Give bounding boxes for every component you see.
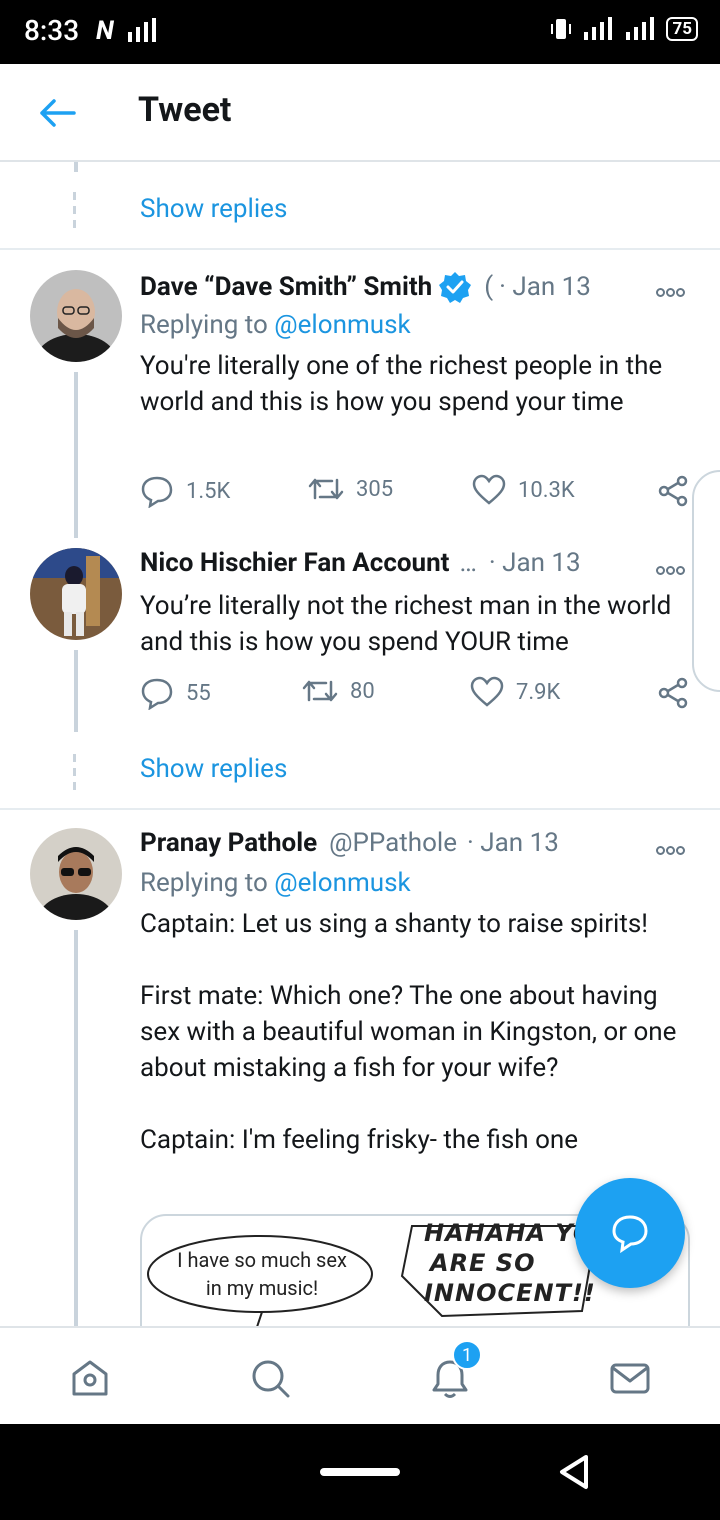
tweet-text: You're literally one of the richest peop…	[140, 351, 663, 417]
vibrate-icon	[551, 19, 572, 39]
like-button[interactable]: 10.3K	[472, 474, 575, 506]
more-options-icon[interactable]	[656, 282, 688, 297]
retweet-count: 80	[350, 678, 375, 704]
divider	[0, 248, 720, 250]
more-options-icon[interactable]	[656, 560, 688, 575]
comic-bubble-right-line: INNOCENT!!	[424, 1279, 596, 1307]
tweet-text: You’re literally not the richest man in …	[140, 591, 672, 657]
more-options-icon[interactable]	[656, 840, 688, 855]
retweet-button[interactable]: 80	[302, 676, 375, 706]
bottom-navigation: 1	[0, 1326, 720, 1424]
reply-button[interactable]: 55	[140, 676, 211, 710]
tweet-date: · Jan 13	[488, 548, 581, 578]
system-back-icon[interactable]	[556, 1452, 592, 1492]
author-name[interactable]: Dave “Dave Smith” Smith	[140, 272, 432, 302]
retweet-button[interactable]: 305	[308, 474, 393, 504]
show-replies-link[interactable]: Show replies	[140, 754, 287, 784]
notifications-badge: 1	[452, 1340, 482, 1370]
search-icon[interactable]	[248, 1356, 292, 1400]
tweet-thread[interactable]: Show replies Dave “Dave Smith” Smith ( ·…	[0, 162, 720, 1326]
share-button[interactable]	[656, 474, 690, 508]
messages-mail-icon[interactable]	[608, 1356, 652, 1400]
tweet-date: · Jan 13	[499, 272, 591, 302]
status-right-icons: 75	[548, 16, 698, 42]
comic-bubble-left: I have so much sex in my music!	[177, 1248, 347, 1300]
status-bar: 8:33 N 75	[0, 0, 720, 64]
share-icon	[658, 475, 688, 507]
tweet-date: · Jan 13	[467, 828, 559, 858]
author-name[interactable]: Pranay Pathole	[140, 828, 317, 858]
verified-badge-icon	[439, 272, 472, 303]
thread-line	[74, 162, 78, 172]
tweet-actions: 1.5K 305 10.3K	[140, 474, 690, 514]
comic-bubble-right-line: HAHAHA YO	[424, 1219, 595, 1247]
back-arrow-icon[interactable]	[34, 90, 80, 136]
signal-strength-2-icon	[626, 17, 655, 40]
author-handle: @PPathole	[329, 828, 458, 858]
chat-bubble-icon	[612, 1215, 648, 1254]
replying-label: Replying to	[140, 310, 268, 340]
tweet-header: Nico Hischier Fan Account … · Jan 13	[140, 548, 581, 578]
reply-button[interactable]: 1.5K	[140, 474, 230, 508]
thread-line	[74, 930, 78, 1326]
replying-handle-link[interactable]: @elonmusk	[274, 868, 410, 898]
compose-reply-button[interactable]	[575, 1178, 685, 1288]
status-time: 8:33	[24, 14, 80, 47]
like-count: 7.9K	[516, 679, 561, 705]
home-gesture-pill[interactable]	[320, 1468, 400, 1476]
thread-dots	[73, 754, 77, 796]
reply-icon	[141, 678, 173, 710]
reply-count: 1.5K	[186, 478, 231, 504]
avatar-nico-fan[interactable]	[30, 548, 122, 640]
avatar-dave-smith[interactable]	[30, 270, 122, 362]
divider	[0, 808, 720, 810]
top-app-bar: Tweet	[0, 64, 720, 162]
reply-icon	[141, 476, 173, 508]
retweet-icon	[302, 680, 338, 702]
replying-to: Replying to @elonmusk	[140, 868, 411, 898]
show-replies-link[interactable]: Show replies	[140, 194, 287, 224]
heart-icon	[472, 474, 506, 505]
like-button[interactable]: 7.9K	[470, 676, 560, 708]
tweet-header: Pranay Pathole @PPathole · Jan 13	[140, 828, 559, 858]
home-icon[interactable]	[68, 1356, 112, 1400]
scroll-handle[interactable]	[692, 470, 720, 692]
thread-dots	[73, 192, 77, 234]
author-handle: …	[459, 548, 477, 578]
author-name[interactable]: Nico Hischier Fan Account	[140, 548, 449, 578]
share-button[interactable]	[656, 676, 690, 710]
tweet-actions: 55 80 7.9K	[140, 676, 690, 716]
network-logo-icon: N	[96, 16, 114, 46]
replying-to: Replying to @elonmusk	[140, 310, 411, 340]
comic-bubble-right: HAHAHA YO ARE SO INNOCENT!!	[424, 1218, 596, 1308]
system-navigation-bar	[0, 1424, 720, 1520]
thread-line	[74, 372, 78, 538]
signal-strength-icon	[584, 17, 613, 40]
replying-handle-link[interactable]: @elonmusk	[274, 310, 410, 340]
page-title: Tweet	[138, 90, 232, 130]
replying-label: Replying to	[140, 868, 268, 898]
thread-line	[74, 650, 78, 732]
comic-bubble-right-line: ARE SO	[430, 1249, 536, 1277]
reply-count: 55	[186, 680, 211, 706]
like-count: 10.3K	[518, 477, 575, 503]
avatar-pranay-pathole[interactable]	[30, 828, 122, 920]
author-handle: (	[484, 272, 494, 302]
battery-indicator: 75	[666, 17, 698, 41]
heart-icon	[470, 676, 504, 707]
retweet-icon	[308, 478, 344, 500]
tweet-text: Captain: Let us sing a shanty to raise s…	[140, 909, 677, 1155]
share-icon	[658, 677, 688, 709]
tweet-header: Dave “Dave Smith” Smith ( · Jan 13	[140, 270, 591, 304]
retweet-count: 305	[356, 476, 394, 502]
signal-icon	[128, 18, 156, 42]
